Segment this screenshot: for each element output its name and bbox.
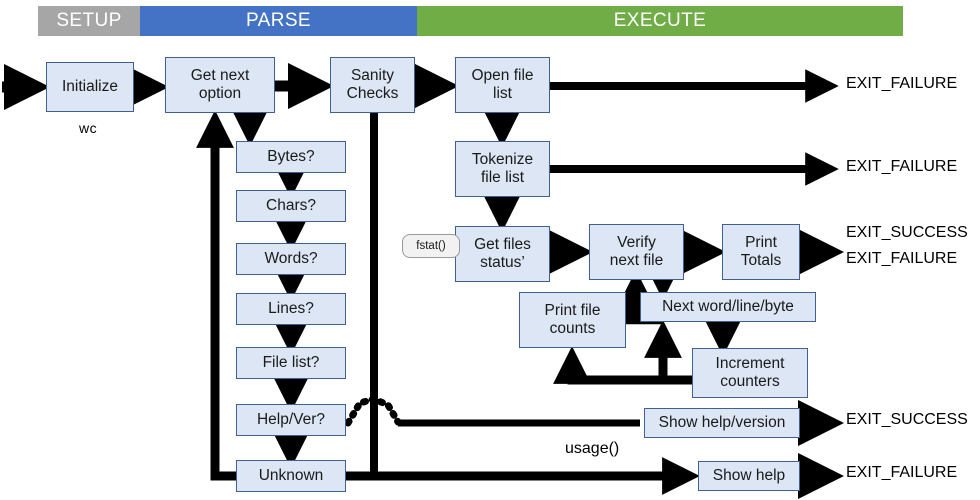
node-file-list[interactable]: File list? (236, 347, 346, 379)
node-help-version-label: Help/Ver? (256, 411, 326, 429)
node-get-next-option[interactable]: Get next option (165, 57, 275, 113)
node-help-version[interactable]: Help/Ver? (236, 404, 346, 436)
node-increment-counters-label: Increment counters (715, 354, 785, 390)
label-exit-failure-print-totals: EXIT_FAILURE (846, 250, 958, 267)
node-words-label: Words? (264, 250, 318, 268)
node-next-word-line-byte[interactable]: Next word/line/byte (640, 292, 816, 322)
node-chars[interactable]: Chars? (236, 190, 346, 222)
node-sanity-checks-label: Sanity Checks (346, 66, 399, 102)
phase-bar-setup-label: SETUP (56, 10, 122, 31)
phase-bar-execute-label: EXECUTE (613, 10, 707, 31)
node-lines[interactable]: Lines? (236, 293, 346, 325)
node-tokenize-file-list[interactable]: Tokenize file list (455, 141, 550, 197)
node-next-word-line-byte-label: Next word/line/byte (662, 298, 794, 316)
edge-help-ver-to-show-help-version-dotted (344, 395, 402, 427)
node-show-help-version-label: Show help/version (658, 414, 786, 432)
node-unknown-label: Unknown (258, 467, 324, 485)
label-exit-failure-show-help: EXIT_FAILURE (846, 464, 958, 481)
node-open-file-list-label: Open file list (471, 66, 534, 102)
node-verify-next-file-label: Verify next file (609, 233, 664, 269)
node-print-file-counts[interactable]: Print file counts (519, 292, 626, 348)
node-bytes[interactable]: Bytes? (236, 141, 346, 173)
node-initialize-label: Initialize (62, 77, 118, 95)
phase-bar-parse-label: PARSE (245, 10, 311, 31)
label-exit-failure-open-file-list: EXIT_FAILURE (846, 75, 958, 92)
label-exit-success-show-help-version: EXIT_SUCCESS (846, 411, 968, 428)
label-wc: wc (79, 120, 98, 136)
node-print-totals-label: Print Totals (740, 233, 782, 269)
edge-increment-counters-to-next-word-line-byte (644, 320, 692, 385)
label-exit-success-print-totals: EXIT_SUCCESS (846, 224, 968, 241)
node-get-next-option-label: Get next option (190, 66, 250, 102)
node-file-list-label: File list? (262, 354, 320, 372)
node-bytes-label: Bytes? (267, 148, 315, 166)
flowchart-canvas: SETUP PARSE EXECUTE Initialize Get next … (0, 0, 980, 500)
phase-bar-parse: PARSE (140, 6, 417, 36)
label-exit-failure-tokenize: EXIT_FAILURE (846, 158, 958, 175)
node-words[interactable]: Words? (236, 243, 346, 275)
callout-fstat-label: fstat() (416, 240, 446, 252)
node-get-files-status-label: Get files status’ (474, 235, 531, 271)
node-initialize[interactable]: Initialize (46, 62, 134, 112)
node-chars-label: Chars? (266, 197, 316, 215)
callout-fstat: fstat() (402, 234, 460, 258)
node-lines-label: Lines? (268, 300, 314, 318)
node-open-file-list[interactable]: Open file list (455, 57, 550, 113)
node-print-file-counts-label: Print file counts (544, 301, 601, 337)
node-show-help-label: Show help (712, 467, 786, 485)
node-tokenize-file-list-label: Tokenize file list (471, 150, 534, 186)
node-show-help-version[interactable]: Show help/version (644, 408, 800, 438)
edge-increment-counters-to-print-file-counts (553, 346, 692, 385)
edge-unknown-loop-to-get-next-option (196, 110, 236, 481)
node-sanity-checks[interactable]: Sanity Checks (330, 57, 415, 113)
label-usage: usage() (565, 440, 620, 457)
node-print-totals[interactable]: Print Totals (722, 224, 800, 280)
node-get-files-status[interactable]: Get files status’ (455, 226, 550, 282)
phase-bar-setup: SETUP (38, 6, 140, 36)
node-show-help[interactable]: Show help (698, 461, 800, 491)
node-verify-next-file[interactable]: Verify next file (589, 224, 684, 280)
phase-bar-execute: EXECUTE (417, 6, 903, 36)
node-increment-counters[interactable]: Increment counters (692, 348, 808, 398)
node-unknown[interactable]: Unknown (236, 460, 346, 492)
